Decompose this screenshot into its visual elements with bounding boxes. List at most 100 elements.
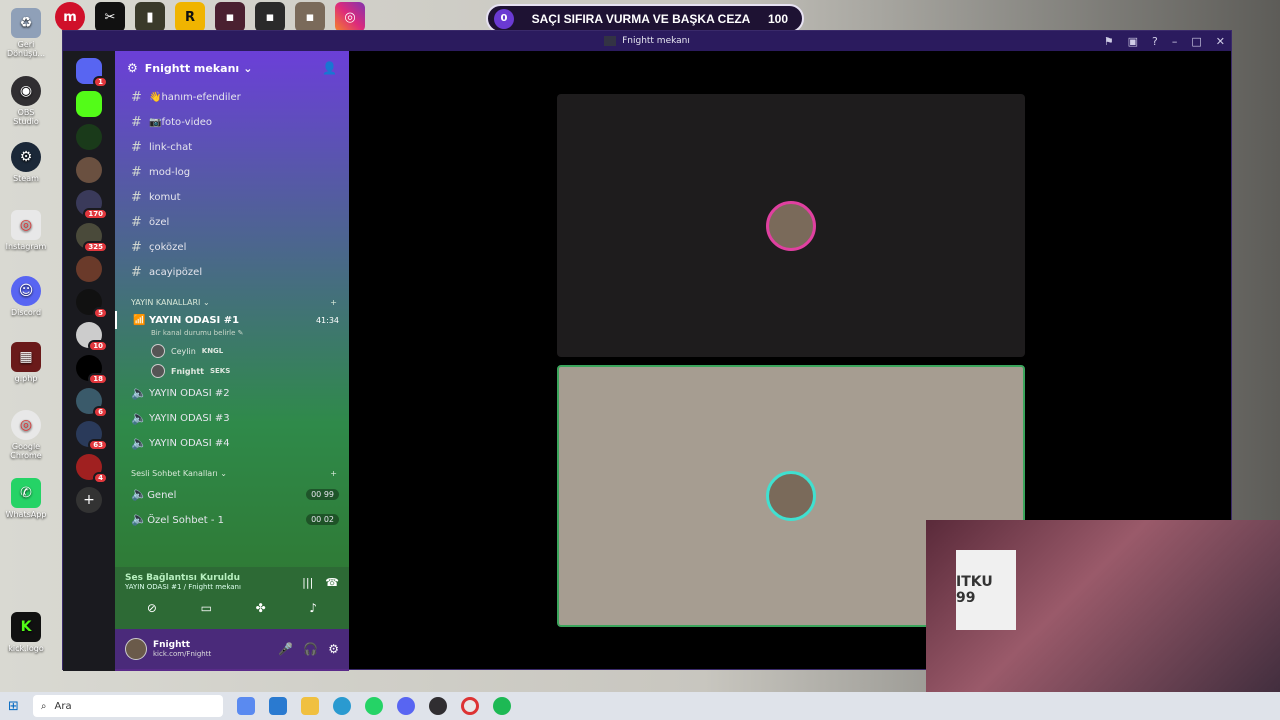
category-voice-channels[interactable]: Sesli Sohbet Kanalları ⌄ + bbox=[115, 464, 349, 482]
obs-icon: ◉ bbox=[11, 76, 41, 106]
gear-icon[interactable]: ⚙ bbox=[328, 642, 339, 656]
desktop-icon-obs[interactable]: ◉ OBS Studio bbox=[4, 76, 48, 126]
close-icon[interactable]: ✕ bbox=[1216, 35, 1225, 48]
headphones-icon[interactable]: 🎧 bbox=[303, 642, 318, 656]
hash-icon: # bbox=[131, 140, 142, 155]
recycle-bin-icon: ♻ bbox=[11, 8, 41, 38]
voice-channel-item[interactable]: 🔈 YAYIN ODASI #4 bbox=[115, 431, 349, 456]
discord-icon[interactable] bbox=[396, 697, 415, 715]
desktop-icon-kick[interactable]: K kick.logo bbox=[4, 612, 48, 653]
desktop-icon-steam[interactable]: ⚙ Steam bbox=[4, 142, 48, 183]
desktop-icon-instagram[interactable]: ◎ Instagram bbox=[4, 210, 48, 251]
add-channel-icon[interactable]: + bbox=[330, 469, 337, 478]
app-icon[interactable]: ▪ bbox=[255, 2, 285, 32]
app-red-icon[interactable]: m bbox=[55, 2, 85, 32]
whatsapp-icon[interactable] bbox=[364, 697, 383, 715]
maximize-icon[interactable]: □ bbox=[1191, 35, 1201, 48]
category-stream-channels[interactable]: YAYIN KANALLARI ⌄ + bbox=[115, 293, 349, 311]
server-icon[interactable] bbox=[76, 124, 102, 150]
desktop-icon-discord[interactable]: ☺ Discord bbox=[4, 276, 48, 317]
unread-badge: 6 bbox=[93, 406, 108, 418]
avatar[interactable] bbox=[125, 638, 147, 660]
noise-suppression-icon[interactable]: ||| bbox=[302, 576, 313, 589]
channel-item[interactable]: # 📷foto-video bbox=[115, 110, 349, 135]
voice-channel-item[interactable]: 🔈 YAYIN ODASI #3 bbox=[115, 406, 349, 431]
server-icon[interactable] bbox=[76, 256, 102, 282]
server-icon[interactable]: 63 bbox=[76, 421, 108, 451]
channel-item[interactable]: # komut bbox=[115, 185, 349, 210]
add-channel-icon[interactable]: + bbox=[330, 298, 337, 307]
spotify-icon[interactable] bbox=[492, 697, 511, 715]
microphone-icon[interactable]: 🎤 bbox=[278, 642, 293, 656]
category-label: YAYIN KANALLARI bbox=[131, 297, 201, 307]
help-icon[interactable]: ? bbox=[1152, 35, 1158, 48]
voice-user[interactable]: Fnightt SEKS bbox=[115, 361, 349, 381]
add-server-icon[interactable]: + bbox=[76, 487, 102, 513]
copilot-icon[interactable] bbox=[236, 697, 255, 715]
desktop-icon-whatsapp[interactable]: ✆ WhatsApp bbox=[4, 478, 48, 519]
desktop-icon-recycle-bin[interactable]: ♻ Geri Dönüşü... bbox=[4, 8, 48, 58]
screen-share-icon[interactable]: ▭ bbox=[201, 601, 212, 615]
flag-icon[interactable]: ⚑ bbox=[1104, 35, 1114, 48]
server-icon[interactable]: 6 bbox=[76, 388, 108, 418]
soundboard-icon[interactable]: ♪ bbox=[309, 601, 317, 615]
channel-item[interactable]: # mod-log bbox=[115, 160, 349, 185]
taskbar-search[interactable]: ⌕ Ara bbox=[32, 695, 223, 717]
server-icon[interactable]: 325 bbox=[76, 223, 108, 253]
server-icon[interactable]: 5 bbox=[76, 289, 108, 319]
channel-item[interactable]: # 👋hanım-efendiler bbox=[115, 85, 349, 110]
user-limit-pill: 00 99 bbox=[306, 489, 339, 500]
server-icon[interactable]: 170 bbox=[76, 190, 108, 220]
channel-item[interactable]: # acayipözel bbox=[115, 260, 349, 285]
desktop-icon-chrome[interactable]: ◎ Google Chrome bbox=[4, 410, 48, 460]
server-icon[interactable]: 10 bbox=[76, 322, 108, 352]
voice-channel-item[interactable]: 🔈Genel 00 99 bbox=[115, 482, 349, 507]
inbox-icon[interactable]: ▣ bbox=[1128, 35, 1138, 48]
server-icon[interactable]: 4 bbox=[76, 454, 108, 484]
server-icon[interactable]: 18 bbox=[76, 355, 108, 385]
instagram-icon[interactable]: ◎ bbox=[335, 2, 365, 32]
obs-icon[interactable] bbox=[428, 697, 447, 715]
disconnect-icon[interactable]: ☎ bbox=[325, 576, 339, 589]
user-limit: 02 bbox=[323, 515, 334, 524]
camera-off-icon[interactable]: ⊘ bbox=[147, 601, 157, 615]
voice-tile[interactable] bbox=[557, 94, 1025, 357]
store-icon[interactable] bbox=[268, 697, 287, 715]
unread-badge: 18 bbox=[88, 373, 108, 385]
speaker-icon: 🔈 bbox=[131, 411, 148, 426]
capcut-icon[interactable]: ✂ bbox=[95, 2, 125, 32]
voice-status[interactable]: Bir kanal durumu belirle ✎ bbox=[115, 329, 349, 341]
activities-icon[interactable]: ✤ bbox=[256, 601, 266, 615]
channel-item[interactable]: # link-chat bbox=[115, 135, 349, 160]
image-icon: ▦ bbox=[11, 342, 41, 372]
chevron-down-icon: ⌄ bbox=[220, 468, 227, 478]
channel-item[interactable]: # özel bbox=[115, 210, 349, 235]
chrome-icon[interactable] bbox=[460, 697, 479, 715]
desktop-icon-gphp[interactable]: ▦ g.php bbox=[4, 342, 48, 383]
desktop-icon-label: Steam bbox=[13, 174, 39, 183]
app-icon[interactable]: ▪ bbox=[215, 2, 245, 32]
invite-icon[interactable]: 👤 bbox=[322, 61, 337, 75]
banner-title: SAÇI SIFIRA VURMA VE BAŞKA CEZA bbox=[531, 11, 751, 26]
minimize-icon[interactable]: – bbox=[1172, 35, 1178, 48]
edge-icon[interactable] bbox=[332, 697, 351, 715]
game-icon[interactable]: ▮ bbox=[135, 2, 165, 32]
channel-item[interactable]: # çoközel bbox=[115, 235, 349, 260]
windows-start-icon[interactable]: ⊞ bbox=[8, 699, 19, 714]
active-voice-channel[interactable]: 📶 YAYIN ODASI #1 41:34 bbox=[115, 311, 349, 329]
avatar bbox=[151, 344, 165, 358]
file-explorer-icon[interactable] bbox=[300, 697, 319, 715]
jersey: ITKU 99 bbox=[956, 550, 1016, 630]
rockstar-icon[interactable]: R bbox=[175, 2, 205, 32]
direct-messages-icon[interactable]: 1 bbox=[76, 58, 108, 88]
voice-channel-item[interactable]: 🔈 YAYIN ODASI #2 bbox=[115, 381, 349, 406]
voice-channel-item[interactable]: 🔈Özel Sohbet - 1 00 02 bbox=[115, 507, 349, 532]
unread-badge: 4 bbox=[93, 472, 108, 484]
app-icon[interactable]: ▪ bbox=[295, 2, 325, 32]
server-header[interactable]: ⚙ Fnightt mekanı ⌄ 👤 bbox=[115, 51, 349, 85]
whatsapp-icon: ✆ bbox=[11, 478, 41, 508]
server-icon[interactable] bbox=[76, 157, 102, 183]
voice-user[interactable]: Ceylin KNGL bbox=[115, 341, 349, 361]
connection-subtitle[interactable]: YAYIN ODASI #1 / Fnightt mekanı bbox=[125, 583, 241, 591]
server-icon[interactable] bbox=[76, 91, 102, 117]
